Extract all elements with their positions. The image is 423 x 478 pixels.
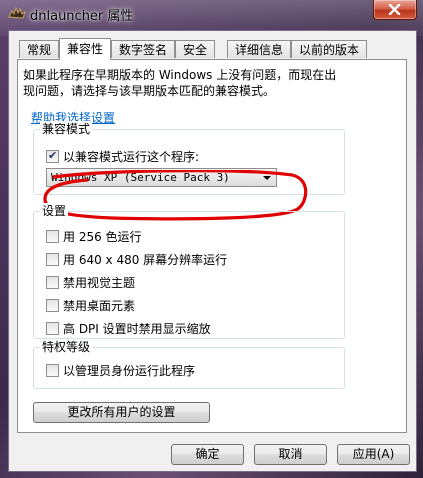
- run-as-admin-label: 以管理员身份运行此程序: [63, 363, 196, 378]
- os-select[interactable]: Windows XP (Service Pack 3): [46, 168, 277, 187]
- apply-button[interactable]: 应用(A): [337, 444, 410, 465]
- setting-high-dpi-row[interactable]: 高 DPI 设置时禁用显示缩放: [46, 320, 211, 336]
- compat-mode-title: 兼容模式: [40, 121, 93, 137]
- setting-disable-desktop-row[interactable]: 禁用桌面元素: [46, 297, 135, 313]
- intro-line-1: 如果此程序在早期版本的 Windows 上没有问题，而现在出: [23, 68, 337, 82]
- setting-high-dpi-label: 高 DPI 设置时禁用显示缩放: [63, 321, 211, 336]
- setting-256-color-checkbox[interactable]: [46, 229, 59, 243]
- app-icon: [8, 5, 26, 21]
- check-icon: ✔: [48, 148, 58, 162]
- run-as-admin-row[interactable]: 以管理员身份运行此程序: [46, 362, 195, 378]
- tab-security[interactable]: 安全: [175, 40, 215, 58]
- cancel-button[interactable]: 取消: [254, 444, 327, 465]
- setting-high-dpi-checkbox[interactable]: [46, 321, 59, 335]
- window-title: dnlauncher 属性: [30, 9, 134, 24]
- intro-text: 如果此程序在早期版本的 Windows 上没有问题，而现在出 现问题，请选择与该…: [23, 67, 373, 99]
- compat-mode-label: 以兼容模式运行这个程序:: [63, 149, 200, 164]
- setting-disable-themes-label: 禁用视觉主题: [63, 275, 136, 290]
- tab-compatibility[interactable]: 兼容性: [59, 38, 111, 60]
- tab-general[interactable]: 常规: [19, 40, 59, 58]
- setting-disable-desktop-checkbox[interactable]: [46, 298, 59, 312]
- compat-mode-checkbox[interactable]: ✔: [46, 148, 59, 163]
- compat-mode-group: 兼容模式 ✔ 以兼容模式运行这个程序: Windows XP (Service …: [33, 121, 345, 195]
- settings-title: 设置: [40, 203, 69, 219]
- ok-button[interactable]: 确定: [171, 444, 244, 465]
- tab-details[interactable]: 详细信息: [227, 40, 291, 58]
- setting-640x480-row[interactable]: 用 640 x 480 屏幕分辨率运行: [46, 251, 227, 267]
- privilege-title: 特权等级: [40, 339, 93, 355]
- privilege-group: 特权等级 以管理员身份运行此程序: [33, 339, 345, 389]
- dialog-client: 常规 兼容性 数字签名 安全 详细信息 以前的版本 如果此程序在早期版本的 Wi…: [8, 30, 417, 472]
- setting-256-color-row[interactable]: 用 256 色运行: [46, 228, 142, 244]
- os-select-value: Windows XP (Service Pack 3): [51, 171, 230, 184]
- tab-strip: 常规 兼容性 数字签名 安全 详细信息 以前的版本: [17, 38, 409, 60]
- setting-disable-desktop-label: 禁用桌面元素: [63, 298, 136, 313]
- intro-line-2: 现问题，请选择与该早期版本匹配的兼容模式。: [23, 84, 276, 98]
- setting-256-color-label: 用 256 色运行: [63, 229, 142, 244]
- properties-window: dnlauncher 属性 常规 兼容性 数字签名 安全 详细信息 以前的版本 …: [0, 0, 423, 478]
- close-icon: [388, 4, 401, 15]
- tab-previous-versions[interactable]: 以前的版本: [291, 40, 367, 58]
- setting-640x480-checkbox[interactable]: [46, 252, 59, 266]
- settings-group: 设置 用 256 色运行 用 640 x 480 屏幕分辨率运行 禁用视觉主题 …: [33, 203, 345, 339]
- run-as-admin-checkbox[interactable]: [46, 363, 59, 377]
- setting-disable-themes-checkbox[interactable]: [46, 275, 59, 289]
- close-button[interactable]: [373, 0, 417, 20]
- setting-640x480-label: 用 640 x 480 屏幕分辨率运行: [63, 252, 228, 267]
- chevron-down-icon: [263, 176, 271, 180]
- all-users-settings-button[interactable]: 更改所有用户的设置: [33, 402, 210, 423]
- setting-disable-themes-row[interactable]: 禁用视觉主题: [46, 274, 135, 290]
- tab-digital-signature[interactable]: 数字签名: [111, 40, 175, 58]
- compat-mode-row[interactable]: ✔ 以兼容模式运行这个程序:: [46, 148, 199, 164]
- title-bar[interactable]: dnlauncher 属性: [0, 0, 423, 28]
